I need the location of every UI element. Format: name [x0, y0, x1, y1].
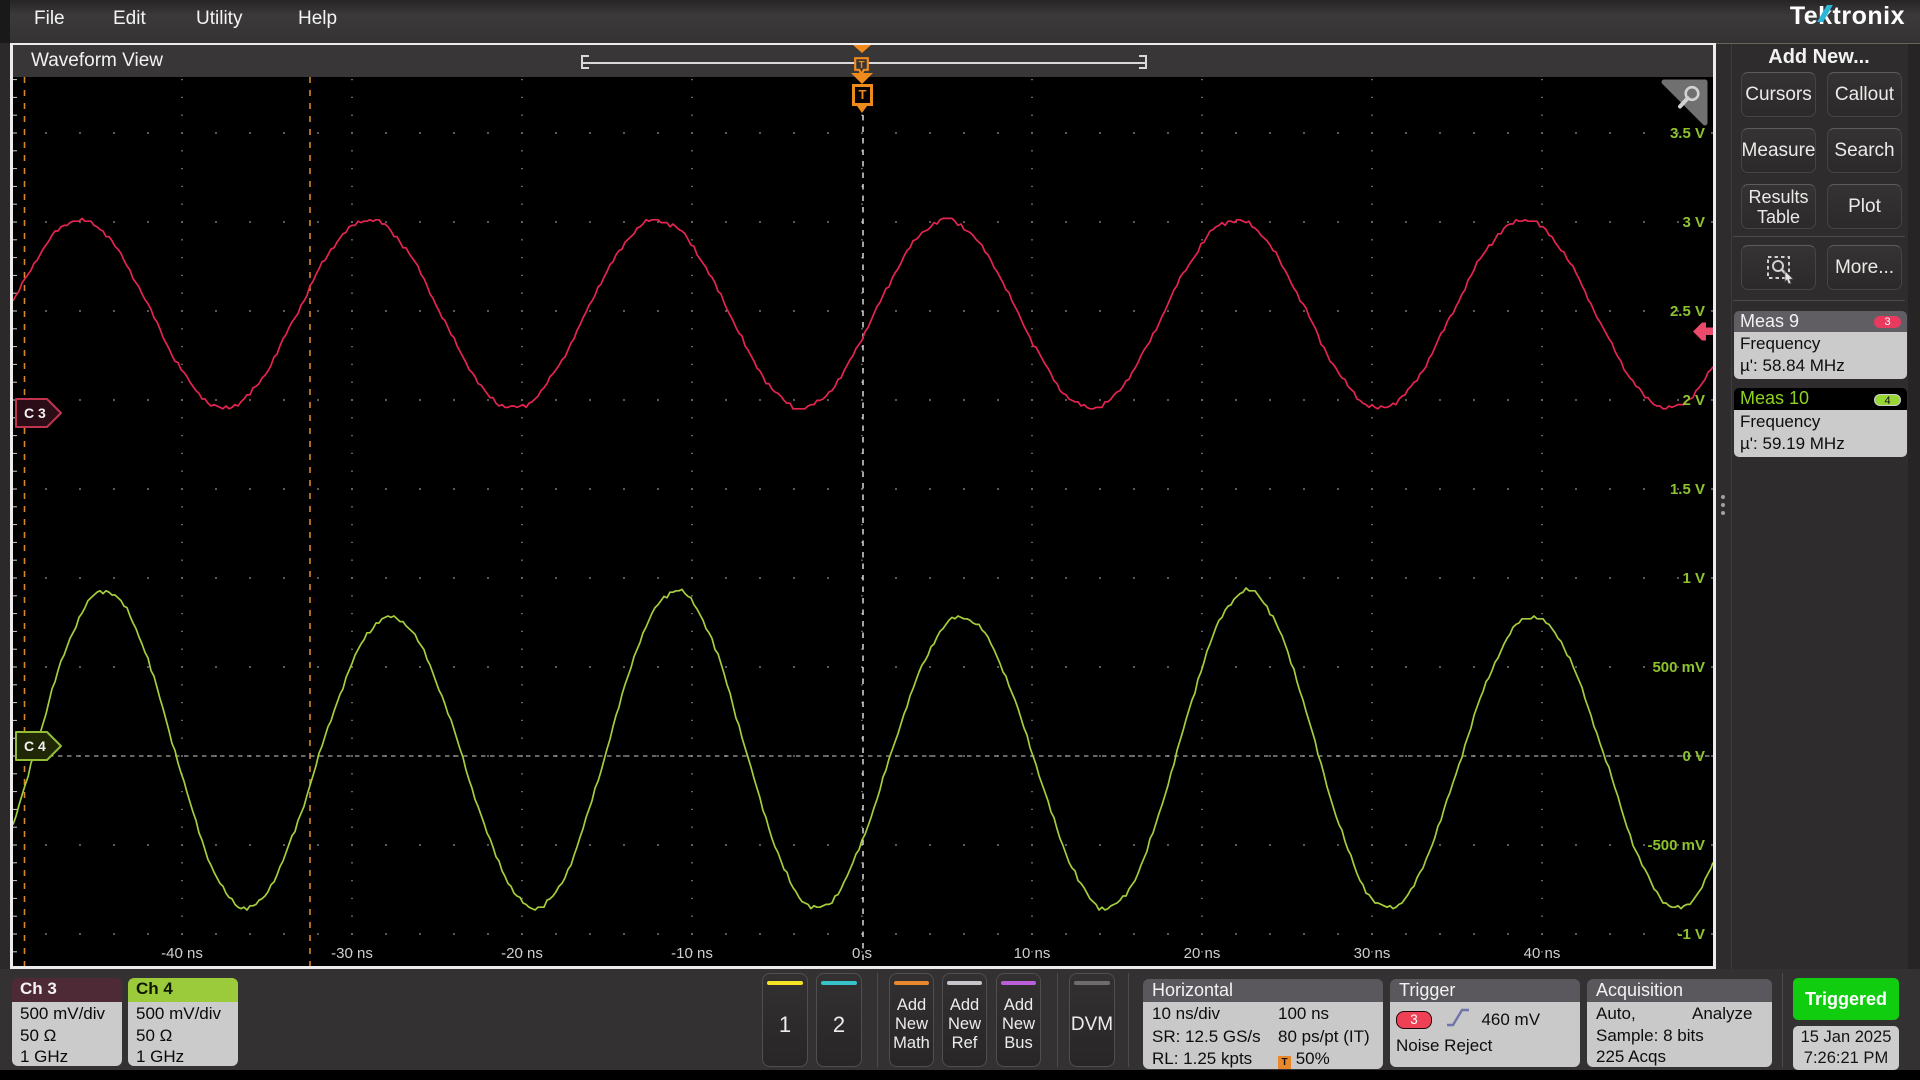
svg-text:1.5 V: 1.5 V — [1670, 481, 1705, 498]
svg-text:-500 mV: -500 mV — [1647, 837, 1705, 854]
svg-text:-20 ns: -20 ns — [501, 945, 543, 962]
svg-text:C 4: C 4 — [24, 738, 46, 754]
svg-text:2.5 V: 2.5 V — [1670, 303, 1705, 320]
svg-text:3 V: 3 V — [1682, 214, 1705, 231]
svg-text:1 V: 1 V — [1682, 570, 1705, 587]
svg-text:-30 ns: -30 ns — [331, 945, 373, 962]
svg-text:3.5 V: 3.5 V — [1670, 125, 1705, 142]
svg-text:40 ns: 40 ns — [1524, 945, 1561, 962]
svg-text:C 3: C 3 — [24, 405, 46, 421]
svg-text:0 V: 0 V — [1682, 748, 1705, 765]
svg-text:T: T — [858, 60, 864, 71]
svg-text:10 ns: 10 ns — [1014, 945, 1051, 962]
svg-text:2 V: 2 V — [1682, 392, 1705, 409]
svg-text:-10 ns: -10 ns — [671, 945, 713, 962]
svg-text:0 s: 0 s — [852, 945, 872, 962]
svg-text:30 ns: 30 ns — [1354, 945, 1391, 962]
svg-text:20 ns: 20 ns — [1184, 945, 1221, 962]
svg-text:-1 V: -1 V — [1677, 926, 1705, 943]
svg-text:-40 ns: -40 ns — [161, 945, 203, 962]
svg-text:500 mV: 500 mV — [1652, 659, 1705, 676]
